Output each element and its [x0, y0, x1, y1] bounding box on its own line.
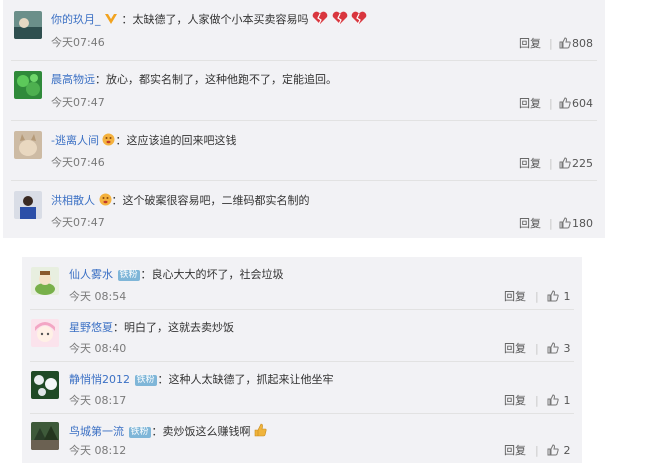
emoji-face-icon — [102, 133, 115, 150]
comment-time: 今天 08:40 — [69, 342, 127, 355]
comment-time: 今天07:47 — [51, 96, 105, 109]
reply-button[interactable]: 回复 — [504, 444, 526, 458]
comment-text: ：明白了，这就去卖炒饭 — [113, 321, 234, 334]
like-button[interactable]: 1 — [547, 290, 571, 304]
avatar[interactable] — [14, 71, 42, 99]
thumbs-up-icon — [547, 394, 559, 406]
comment-time: 今天07:47 — [51, 216, 105, 229]
fan-badge: 铁粉 — [128, 427, 151, 438]
comment-text: ：良心大大的坏了，社会垃圾 — [140, 268, 284, 281]
thumbs-up-icon — [559, 217, 571, 229]
comment-text: ：放心，都实名制了，这种他跑不了，定能追回。 — [95, 73, 337, 86]
thumbs-up-icon — [547, 290, 559, 302]
username[interactable]: 仙人雾水 — [69, 268, 113, 281]
username[interactable]: 鸟城第一流 — [69, 425, 124, 438]
comment-text: ：太缺德了，人家做个小本买卖容易吗 — [121, 13, 309, 26]
vip-v-icon — [104, 13, 118, 29]
like-button[interactable]: 225 — [559, 157, 593, 171]
separator: | — [535, 290, 539, 303]
avatar[interactable] — [31, 422, 59, 450]
username[interactable]: -逃离人间 — [51, 134, 99, 147]
thumbs-up-icon — [559, 157, 571, 169]
thumbs-up-icon — [547, 342, 559, 354]
like-count: 180 — [572, 217, 593, 230]
separator: | — [535, 342, 539, 355]
comment-text: ：卖炒饭这么赚钱啊 — [151, 425, 251, 438]
like-count: 225 — [572, 157, 593, 170]
fan-badge: 铁粉 — [134, 375, 157, 386]
comment-time: 今天 08:54 — [69, 290, 127, 303]
username[interactable]: 星野悠夏 — [69, 321, 113, 334]
comment-item: 静悄悄2012 铁粉 ：这种人太缺德了，抓起来让他坐牢 今天 08:17 回复 |… — [22, 361, 582, 413]
like-button[interactable]: 808 — [559, 37, 593, 51]
comment-time: 今天 08:17 — [69, 394, 127, 407]
like-button[interactable]: 3 — [547, 342, 571, 356]
thumbs-up-icon — [559, 37, 571, 49]
like-button[interactable]: 180 — [559, 217, 593, 231]
like-button[interactable]: 1 — [547, 394, 571, 408]
like-count: 1 — [563, 290, 571, 303]
comment-text: ：这个破案很容易吧，二维码都实名制的 — [111, 194, 310, 207]
comment-panel-bottom: 仙人雾水 铁粉 ：良心大大的坏了，社会垃圾 今天 08:54 回复 | 1 星野悠… — [22, 257, 582, 463]
separator: | — [549, 97, 553, 110]
comment-item: 你的玖月_ ：太缺德了，人家做个小本买卖容易吗 今天07:46 回复 | 808 — [3, 0, 605, 60]
avatar[interactable] — [31, 319, 59, 347]
like-count: 2 — [563, 444, 571, 457]
comment-panel-top: 你的玖月_ ：太缺德了，人家做个小本买卖容易吗 今天07:46 回复 | 808… — [3, 0, 605, 238]
fan-badge: 铁粉 — [117, 270, 140, 281]
avatar[interactable] — [14, 11, 42, 39]
comment-item: -逃离人间 ：这应该追的回来吧这钱 今天07:46 回复 | 225 — [3, 120, 605, 180]
emoji-face-icon — [99, 193, 112, 210]
comment-item: 晨高物远：放心，都实名制了，这种他跑不了，定能追回。 今天07:47 回复 | … — [3, 60, 605, 120]
avatar[interactable] — [31, 371, 59, 399]
username[interactable]: 晨高物远 — [51, 73, 95, 86]
reply-button[interactable]: 回复 — [504, 342, 526, 356]
like-button[interactable]: 604 — [559, 97, 593, 111]
reply-button[interactable]: 回复 — [519, 97, 541, 111]
username[interactable]: 静悄悄2012 — [69, 373, 130, 386]
separator: | — [549, 157, 553, 170]
broken-heart-icon — [312, 11, 328, 29]
reply-button[interactable]: 回复 — [504, 394, 526, 408]
thumbs-up-icon — [559, 97, 571, 109]
like-count: 604 — [572, 97, 593, 110]
comment-item: 星野悠夏：明白了，这就去卖炒饭 今天 08:40 回复 | 3 — [22, 309, 582, 361]
broken-heart-icon — [332, 11, 348, 29]
comment-item: 洪相散人 ：这个破案很容易吧，二维码都实名制的 今天07:47 回复 | 180 — [3, 180, 605, 238]
like-count: 3 — [563, 342, 571, 355]
username[interactable]: 你的玖月_ — [51, 13, 101, 26]
separator: | — [535, 444, 539, 457]
thumbs-up-icon — [547, 444, 559, 456]
username[interactable]: 洪相散人 — [51, 194, 95, 207]
comment-item: 仙人雾水 铁粉 ：良心大大的坏了，社会垃圾 今天 08:54 回复 | 1 — [22, 257, 582, 309]
like-count: 808 — [572, 37, 593, 50]
separator: | — [535, 394, 539, 407]
like-button[interactable]: 2 — [547, 444, 571, 458]
reply-button[interactable]: 回复 — [519, 157, 541, 171]
comment-text: ：这应该追的回来吧这钱 — [115, 134, 237, 147]
comment-time: 今天07:46 — [51, 156, 105, 169]
avatar[interactable] — [14, 131, 42, 159]
emoji-thumbs-up-icon — [254, 423, 267, 441]
comment-text: ：这种人太缺德了，抓起来让他坐牢 — [157, 373, 334, 386]
reply-button[interactable]: 回复 — [504, 290, 526, 304]
comment-time: 今天 08:12 — [69, 444, 127, 457]
reply-button[interactable]: 回复 — [519, 217, 541, 231]
separator: | — [549, 217, 553, 230]
comment-time: 今天07:46 — [51, 36, 105, 49]
like-count: 1 — [563, 394, 571, 407]
separator: | — [549, 37, 553, 50]
broken-heart-icon — [351, 11, 367, 29]
avatar[interactable] — [14, 191, 42, 219]
avatar[interactable] — [31, 267, 59, 295]
comment-item: 鸟城第一流 铁粉 ：卖炒饭这么赚钱啊 今天 08:12 回复 | 2 — [22, 413, 582, 463]
reply-button[interactable]: 回复 — [519, 37, 541, 51]
